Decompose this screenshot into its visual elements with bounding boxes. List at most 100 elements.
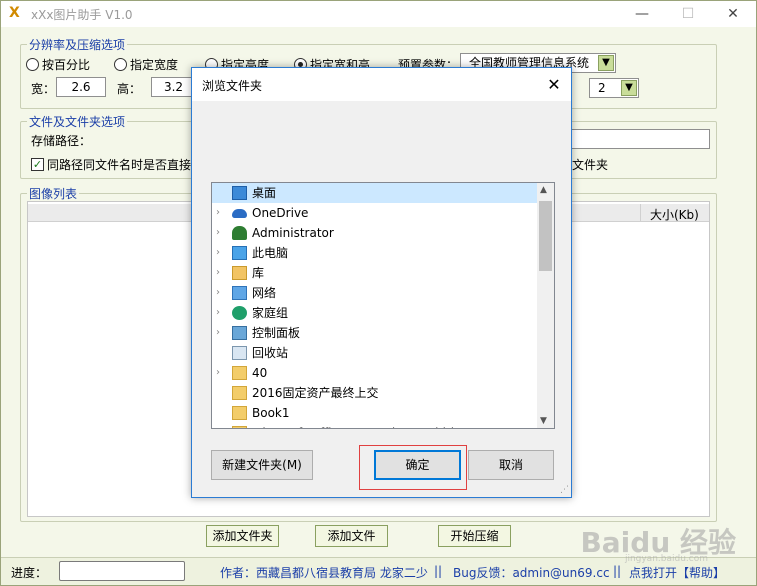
library-icon [232, 266, 247, 280]
tree-item[interactable]: Book1 [212, 403, 537, 423]
bug-feedback-link[interactable]: Bug反馈：admin@un69.cc [453, 564, 610, 581]
recycle-bin-icon [232, 346, 247, 360]
start-compress-button[interactable]: 开始压缩 [438, 525, 511, 547]
folder-tree[interactable]: 桌面 › OneDrive › Administrator › 此电脑 › 库 › 网络 › 家庭组 › 控… [211, 182, 555, 429]
image-list-title: 图像列表 [27, 185, 80, 202]
dialog-title: 浏览文件夹 [202, 79, 263, 93]
tree-item[interactable]: › 此电脑 [212, 243, 537, 263]
control-panel-icon [232, 326, 247, 340]
status-separator: || [613, 564, 622, 578]
tree-item-label: 桌面 [252, 186, 277, 200]
author-text: 作者：西藏昌都八宿县教育局 龙家二少 [220, 566, 428, 580]
homegroup-icon [232, 306, 247, 320]
title-bar: X xXx图片助手 V1.0 — ☐ ✕ [1, 1, 756, 27]
tree-item[interactable]: › 40 [212, 363, 537, 383]
tree-item-label: 此电脑 [252, 246, 289, 260]
tree-item[interactable]: › 库 [212, 263, 537, 283]
tree-item-label: 网络 [252, 286, 277, 300]
tree-scrollbar[interactable]: ▲ ▼ [537, 183, 554, 428]
tree-item[interactable]: › 家庭组 [212, 303, 537, 323]
radio-circle-icon [114, 58, 127, 71]
tree-item-label: 2016固定资产最终上交 [252, 386, 379, 400]
resolution-group-title: 分辨率及压缩选项 [27, 36, 128, 53]
progress-label: 进度： [11, 566, 48, 580]
radio-circle-icon [26, 58, 39, 71]
same-name-checkbox[interactable]: ✓ 同路径同文件名时是否直接 [31, 156, 191, 173]
tree-item[interactable]: › 控制面板 [212, 323, 537, 343]
close-button[interactable]: ✕ [710, 1, 756, 27]
window-title: xXx图片助手 V1.0 [31, 8, 133, 22]
file-group-title: 文件及文件夹选项 [27, 113, 128, 130]
size-select-value: 2 [598, 81, 606, 95]
folder-icon [232, 406, 247, 420]
dialog-close-button[interactable]: ✕ [537, 68, 571, 101]
maximize-button[interactable]: ☐ [665, 1, 711, 27]
tree-item[interactable]: 2016固定资产最终上交 [212, 383, 537, 403]
folder-icon [232, 426, 247, 428]
new-folder-button[interactable]: 新建文件夹(M) [211, 450, 313, 480]
tree-item[interactable]: › 网络 [212, 283, 537, 303]
ok-button[interactable]: 确定 [374, 450, 461, 480]
path-input[interactable] [571, 129, 710, 149]
desktop-icon [232, 186, 247, 200]
size-select[interactable]: 2 ▼ [589, 78, 639, 98]
computer-icon [232, 246, 247, 260]
tree-item-label: 家庭组 [252, 306, 289, 320]
onedrive-icon [232, 209, 247, 218]
expand-chevron-icon[interactable]: › [216, 323, 226, 343]
tree-item[interactable]: 桌面 [212, 183, 537, 203]
progress-bar [59, 561, 185, 581]
tree-item-label: 回收站 [252, 346, 289, 360]
tree-item-label: Microsoft Office 2007 XiTong Zhiti... [252, 423, 466, 428]
tree-item-label: 控制面板 [252, 326, 301, 340]
width-input[interactable]: 2.6 [56, 77, 106, 97]
chevron-down-icon: ▼ [598, 55, 614, 71]
tree-item[interactable]: › OneDrive [212, 203, 537, 223]
tree-item[interactable]: › Administrator [212, 223, 537, 243]
same-name-checkbox-label: 同路径同文件名时是否直接 [47, 158, 192, 172]
expand-chevron-icon[interactable]: › [216, 363, 226, 383]
checkbox-checked-icon: ✓ [31, 158, 44, 171]
folder-icon [232, 386, 247, 400]
tree-item-label: 库 [252, 266, 265, 280]
subfolder-label-fragment: 文件夹 [572, 158, 609, 172]
tree-item-label: Administrator [252, 226, 334, 240]
minimize-button[interactable]: — [619, 1, 665, 27]
expand-chevron-icon[interactable]: › [216, 223, 226, 243]
user-icon [232, 226, 247, 240]
folder-icon [232, 366, 247, 380]
width-label: 宽： [31, 82, 56, 96]
expand-chevron-icon[interactable]: › [216, 303, 226, 323]
dialog-title-bar: 浏览文件夹 ✕ [192, 68, 571, 101]
add-file-button[interactable]: 添加文件 [315, 525, 388, 547]
expand-chevron-icon[interactable]: › [216, 263, 226, 283]
expand-chevron-icon[interactable]: › [216, 203, 226, 223]
radio-width[interactable]: 指定宽度 [114, 56, 178, 73]
help-link[interactable]: 点我打开【帮助】 [629, 564, 725, 581]
column-divider [640, 204, 641, 222]
height-label: 高： [117, 82, 142, 96]
tree-item[interactable]: 回收站 [212, 343, 537, 363]
radio-percent-label: 按百分比 [42, 58, 91, 72]
cancel-button[interactable]: 取消 [468, 450, 554, 480]
add-folder-button[interactable]: 添加文件夹 [206, 525, 279, 547]
tree-item-label: Book1 [252, 406, 290, 420]
scroll-down-icon[interactable]: ▼ [540, 416, 547, 426]
network-icon [232, 286, 247, 300]
tree-item-label: OneDrive [252, 206, 309, 220]
radio-width-label: 指定宽度 [130, 58, 179, 72]
tree-item[interactable]: Microsoft Office 2007 XiTong Zhiti... [212, 423, 537, 428]
scrollbar-thumb[interactable] [539, 201, 552, 271]
watermark-url: jingyan.baidu.com [624, 554, 708, 564]
expand-chevron-icon[interactable]: › [216, 243, 226, 263]
radio-percent[interactable]: 按百分比 [26, 56, 90, 73]
expand-chevron-icon[interactable]: › [216, 283, 226, 303]
path-label: 存储路径： [31, 134, 92, 148]
chevron-down-icon: ▼ [621, 80, 637, 96]
app-logo-icon: X [9, 5, 20, 21]
tree-item-label: 40 [252, 366, 268, 380]
resize-grip-icon[interactable]: ⋰ [560, 485, 569, 495]
height-input[interactable]: 3.2 [151, 77, 196, 97]
scroll-up-icon[interactable]: ▲ [540, 185, 547, 195]
size-column-header[interactable]: 大小(Kb) [650, 206, 699, 223]
